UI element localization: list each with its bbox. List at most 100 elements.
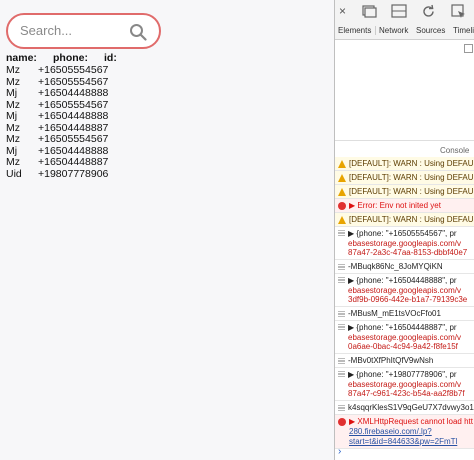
log-key: -MBuqk86Nc_8JoMYQiKN bbox=[335, 260, 474, 274]
list-item: Mz +16505554567 bbox=[6, 76, 206, 88]
object-preview: ▶ {phone: "+16504448888", pr bbox=[348, 276, 457, 285]
key-text: -MBv0tXfPhItQfV9wNsh bbox=[348, 356, 434, 365]
warn-text: [DEFAULT]: WARN : Using DEFAULT bbox=[349, 215, 474, 224]
list-item: Mj +16504448888 bbox=[6, 87, 206, 99]
devtools-toolbar: × bbox=[335, 0, 474, 25]
warning-icon bbox=[338, 174, 346, 182]
contact-name: Mz bbox=[6, 98, 20, 111]
log-icon bbox=[338, 277, 345, 283]
contact-phone: +16504448888 bbox=[38, 87, 109, 99]
list-item: Mz +16505554567 bbox=[6, 99, 206, 111]
log-object[interactable]: ▶ {phone: "+16504448887", pr ebasestorag… bbox=[335, 321, 474, 354]
warn-entry: [DEFAULT]: WARN : Using DEFAULT bbox=[335, 157, 474, 171]
contact-phone: +16504448887 bbox=[38, 121, 109, 134]
log-object[interactable]: ▶ {phone: "+19807778906", pr ebasestorag… bbox=[335, 368, 474, 401]
object-preview: ▶ {phone: "+19807778906", pr bbox=[348, 370, 457, 379]
tab-network[interactable]: Network bbox=[379, 26, 408, 35]
contact-phone: +16504448888 bbox=[38, 110, 109, 122]
filter-checkbox[interactable] bbox=[464, 44, 473, 53]
object-url: ebasestorage.googleapis.com/v bbox=[348, 333, 461, 342]
log-icon bbox=[338, 358, 345, 364]
list-item: Uid +19807778906 bbox=[6, 168, 206, 180]
log-object[interactable]: ▶ {phone: "+16504448888", pr ebasestorag… bbox=[335, 274, 474, 307]
contact-phone: +16505554567 bbox=[38, 98, 109, 111]
search-box[interactable]: Search... bbox=[6, 13, 161, 49]
header-name: name: bbox=[6, 52, 37, 64]
log-icon bbox=[338, 371, 345, 377]
warn-entry: [DEFAULT]: WARN : Using DEFAULT bbox=[335, 171, 474, 185]
log-icon bbox=[338, 264, 345, 270]
contact-name: Mz bbox=[6, 75, 20, 88]
warning-icon bbox=[338, 188, 346, 196]
contact-phone: +16504448888 bbox=[38, 144, 109, 157]
header-phone: phone: bbox=[53, 52, 88, 64]
error-entry[interactable]: ▶ Error: Env not inited yet bbox=[335, 199, 474, 213]
contact-phone: +16505554567 bbox=[38, 75, 109, 88]
warn-entry: [DEFAULT]: WARN : Using DEFAULT bbox=[335, 185, 474, 199]
contact-phone: +16505554567 bbox=[38, 133, 109, 145]
warn-text: [DEFAULT]: WARN : Using DEFAULT bbox=[349, 159, 474, 168]
list-item: Mz +16505554567 bbox=[6, 133, 206, 145]
object-preview: ▶ {phone: "+16504448887", pr bbox=[348, 323, 457, 332]
warn-text: [DEFAULT]: WARN : Using DEFAULT bbox=[349, 173, 474, 182]
warning-icon bbox=[338, 216, 346, 224]
log-key: -MBusM_mE1tsVOcFfo01 bbox=[335, 307, 474, 321]
object-url: 0a6ae-0bac-4c94-9a42-f8fe15f bbox=[348, 342, 458, 351]
divider bbox=[335, 140, 474, 141]
console-prompt[interactable]: › bbox=[338, 446, 341, 457]
contact-name: Mz bbox=[6, 133, 20, 145]
key-text: -MBuqk86Nc_8JoMYQiKN bbox=[348, 262, 443, 271]
warn-text: [DEFAULT]: WARN : Using DEFAULT bbox=[349, 187, 474, 196]
log-object[interactable]: ▶ {phone: "+16505554567", pr ebasestorag… bbox=[335, 227, 474, 260]
close-icon[interactable]: × bbox=[339, 4, 357, 21]
log-key: -MBv0tXfPhItQfV9wNsh bbox=[335, 354, 474, 368]
error-icon bbox=[338, 418, 346, 426]
contact-phone: +16505554567 bbox=[38, 64, 109, 76]
error-icon bbox=[338, 202, 346, 210]
tab-elements[interactable]: Elements bbox=[338, 26, 377, 35]
object-url: 87a47-2a3c-47aa-8153-dbbf40e7 bbox=[348, 248, 468, 257]
error-link[interactable]: 280.firebaseio.com/.lp? bbox=[349, 427, 432, 436]
dock-icon[interactable] bbox=[360, 3, 378, 20]
object-url: ebasestorage.googleapis.com/v bbox=[348, 286, 461, 295]
log-icon bbox=[338, 405, 345, 411]
contact-name: Mj bbox=[6, 87, 18, 99]
search-icon[interactable] bbox=[129, 23, 147, 41]
contact-name: Mz bbox=[6, 121, 20, 134]
contact-name: Mz bbox=[6, 156, 20, 168]
log-icon bbox=[338, 230, 345, 236]
key-text: -MBusM_mE1tsVOcFfo01 bbox=[348, 309, 441, 318]
inspect-icon[interactable] bbox=[450, 3, 468, 20]
header-id: id: bbox=[104, 52, 117, 64]
console-log: [DEFAULT]: WARN : Using DEFAULT [DEFAULT… bbox=[335, 157, 474, 449]
list-item: Mz +16505554567 bbox=[6, 64, 206, 76]
tab-sources[interactable]: Sources bbox=[416, 26, 445, 35]
contact-name: Mj bbox=[6, 110, 18, 122]
contact-list: Mz +16505554567 Mz +16505554567 Mj +1650444… bbox=[6, 64, 206, 180]
app-pane: Search... name: phone: id: Mz +1650555456… bbox=[0, 0, 334, 460]
object-url: 3df9b-0966-442e-b1a7-79139c3e bbox=[348, 295, 468, 304]
log-icon bbox=[338, 311, 345, 317]
contact-name: Uid bbox=[6, 167, 22, 180]
contact-phone: +19807778906 bbox=[38, 167, 109, 180]
tab-timelines[interactable]: Timelines bbox=[453, 26, 474, 35]
devtools-pane: × Elements Network Sources Timelines Con… bbox=[334, 0, 474, 460]
list-item: Mj +16504448888 bbox=[6, 145, 206, 157]
contact-name: Mz bbox=[6, 64, 20, 76]
list-item: Mz +16504448887 bbox=[6, 122, 206, 134]
warning-icon bbox=[338, 160, 346, 168]
object-url: ebasestorage.googleapis.com/v bbox=[348, 239, 461, 248]
error-link[interactable]: start=t&id=844633&pw=2FmTl bbox=[349, 437, 457, 446]
object-preview: ▶ {phone: "+16505554567", pr bbox=[348, 229, 457, 238]
xhr-error-entry[interactable]: ▶ XMLHttpRequest cannot load htt 280.fir… bbox=[335, 415, 474, 449]
layout-icon[interactable] bbox=[390, 3, 408, 20]
warn-entry: [DEFAULT]: WARN : Using DEFAULT bbox=[335, 213, 474, 227]
contact-name: Mj bbox=[6, 144, 18, 157]
object-url: ebasestorage.googleapis.com/v bbox=[348, 380, 461, 389]
reload-icon[interactable] bbox=[420, 3, 438, 20]
devtools-tabs: Elements Network Sources Timelines bbox=[335, 24, 474, 40]
search-input[interactable]: Search... bbox=[20, 23, 72, 38]
log-icon bbox=[338, 324, 345, 330]
list-item: Mz +16504448887 bbox=[6, 156, 206, 168]
object-url: 87a47-c961-423c-b54a-aa2f8b7f bbox=[348, 389, 465, 398]
